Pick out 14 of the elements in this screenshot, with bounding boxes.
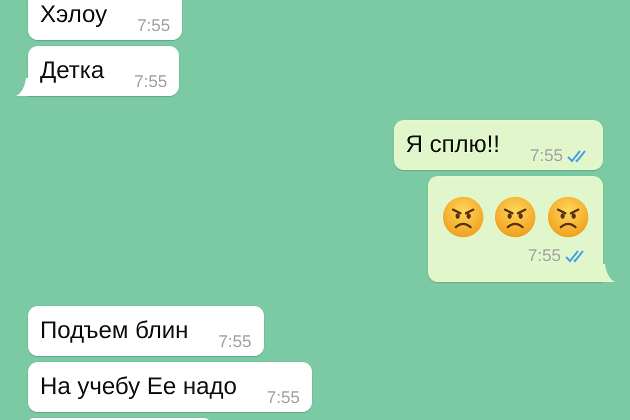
angry-face-icon [442, 194, 484, 240]
message-time: 7:55 [137, 16, 170, 36]
message-time: 7:55 [530, 146, 563, 166]
message-text: Подъем блин [40, 316, 188, 346]
message-text: На учебу Ее надо [40, 372, 237, 402]
message-text: Детка [40, 56, 104, 86]
angry-face-icon [494, 194, 537, 240]
message-time: 7:55 [266, 388, 300, 408]
message-text: Я сплю!! [406, 130, 500, 160]
message-time: 7:55 [134, 72, 168, 92]
message-text: Хэлоу [40, 0, 108, 30]
message-time: 7:55 [218, 332, 252, 352]
angry-face-icon [546, 194, 589, 240]
message-time: 7:55 [528, 246, 561, 266]
